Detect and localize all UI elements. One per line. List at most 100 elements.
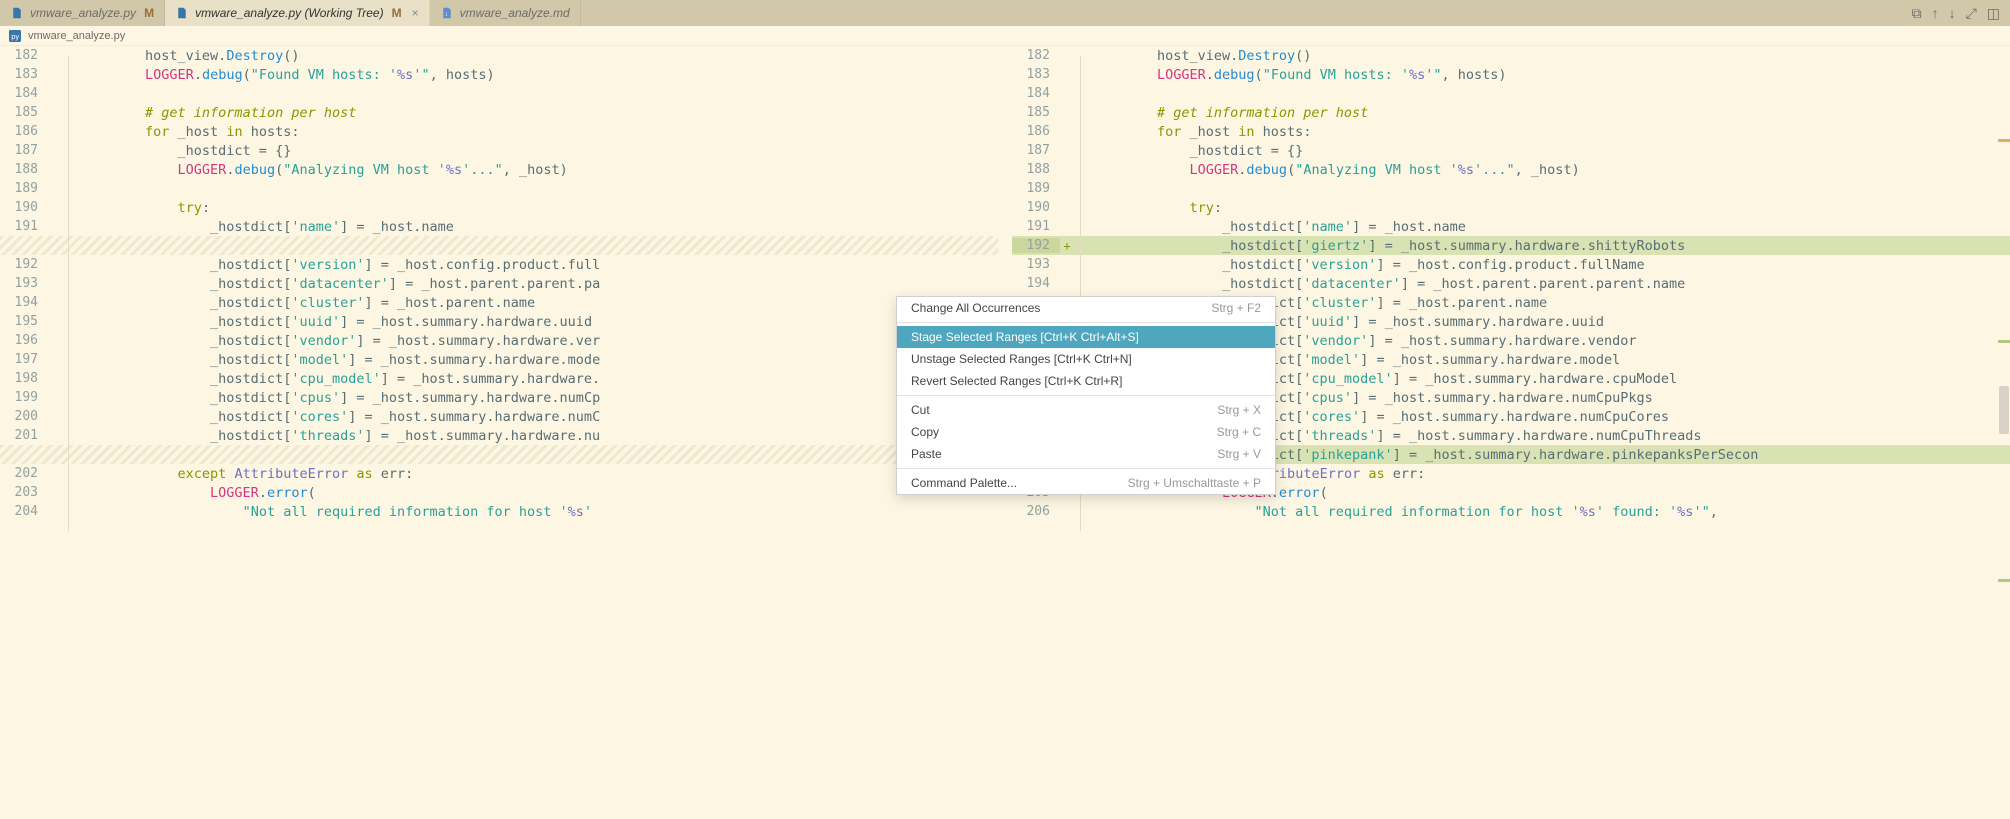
context-menu-item[interactable]: CutStrg + X <box>897 399 1275 421</box>
tabbar-actions: ⧉ ↑ ↓ ⤢ ◫ <box>1912 0 2010 26</box>
menu-separator <box>897 468 1275 469</box>
code-content: LOGGER.debug("Analyzing VM host '%s'..."… <box>76 162 568 178</box>
arrow-down-icon[interactable]: ↓ <box>1949 5 1956 21</box>
code-content: try: <box>1088 200 1222 216</box>
code-line[interactable]: 183 LOGGER.debug("Found VM hosts: '%s'",… <box>0 65 998 84</box>
code-content: _hostdict['datacenter'] = _host.parent.p… <box>1088 276 1685 292</box>
compare-icon[interactable]: ⧉ <box>1912 5 1922 22</box>
line-number: 199 <box>0 390 48 405</box>
context-menu-item[interactable]: Unstage Selected Ranges [Ctrl+K Ctrl+N] <box>897 348 1275 370</box>
code-content: "Not all required information for host '… <box>76 504 592 520</box>
code-line[interactable]: 185 # get information per host <box>0 103 998 122</box>
code-line[interactable]: 197 _hostdict['model'] = _host.summary.h… <box>0 350 998 369</box>
code-line[interactable]: 192+ _hostdict['giertz'] = _host.summary… <box>1012 236 2010 255</box>
code-line[interactable]: 202 except AttributeError as err: <box>0 464 998 483</box>
code-line[interactable]: 186 for _host in hosts: <box>0 122 998 141</box>
code-line[interactable]: 201 _hostdict['threads'] = _host.summary… <box>0 426 998 445</box>
breadcrumb-label: vmware_analyze.py <box>28 30 125 42</box>
code-line[interactable] <box>0 445 998 464</box>
code-line[interactable]: 199 _hostdict['cpus'] = _host.summary.ha… <box>0 388 998 407</box>
code-line[interactable]: 190 try: <box>1012 198 2010 217</box>
line-number: 192 <box>0 257 48 272</box>
context-menu-item[interactable]: Revert Selected Ranges [Ctrl+K Ctrl+R] <box>897 370 1275 392</box>
line-number: 202 <box>0 466 48 481</box>
menu-separator <box>897 322 1275 323</box>
line-number: 191 <box>0 219 48 234</box>
code-content: # get information per host <box>1088 105 1368 121</box>
code-line[interactable]: 194 _hostdict['datacenter'] = _host.pare… <box>1012 274 2010 293</box>
modified-indicator: M <box>392 6 402 20</box>
code-content: _hostdict['version'] = _host.config.prod… <box>1088 257 1645 273</box>
code-content: _hostdict['model'] = _host.summary.hardw… <box>76 352 600 368</box>
context-menu-item[interactable]: Stage Selected Ranges [Ctrl+K Ctrl+Alt+S… <box>897 326 1275 348</box>
line-number: 189 <box>0 181 48 196</box>
context-menu: Change All OccurrencesStrg + F2 Stage Sel… <box>896 296 1276 495</box>
markdown-file-icon: ↓ <box>440 6 454 20</box>
line-number: 192 <box>1012 238 1060 253</box>
line-number: 204 <box>0 504 48 519</box>
code-line[interactable]: 200 _hostdict['cores'] = _host.summary.h… <box>0 407 998 426</box>
code-line[interactable]: 184 <box>0 84 998 103</box>
line-number: 197 <box>0 352 48 367</box>
code-line[interactable]: 188 LOGGER.debug("Analyzing VM host '%s'… <box>1012 160 2010 179</box>
diff-pane-original[interactable]: 182 host_view.Destroy()183 LOGGER.debug(… <box>0 46 998 819</box>
code-content: _hostdict['cores'] = _host.summary.hardw… <box>76 409 600 425</box>
code-line[interactable]: 183 LOGGER.debug("Found VM hosts: '%s'",… <box>1012 65 2010 84</box>
tab-2[interactable]: ↓vmware_analyze.md <box>430 0 581 26</box>
close-icon[interactable]: × <box>412 6 419 20</box>
code-line[interactable]: 188 LOGGER.debug("Analyzing VM host '%s'… <box>0 160 998 179</box>
code-content: host_view.Destroy() <box>1088 48 1311 64</box>
expand-icon[interactable]: ⤢ <box>1966 5 1977 22</box>
tab-1[interactable]: vmware_analyze.py (Working Tree)M× <box>165 0 430 26</box>
code-content: for _host in hosts: <box>1088 124 1312 140</box>
code-line[interactable]: 204 "Not all required information for ho… <box>0 502 998 521</box>
code-line[interactable]: 196 _hostdict['vendor'] = _host.summary.… <box>0 331 998 350</box>
code-line[interactable]: 192 _hostdict['version'] = _host.config.… <box>0 255 998 274</box>
code-line[interactable]: 189 <box>0 179 998 198</box>
code-content: LOGGER.debug("Found VM hosts: '%s'", hos… <box>76 67 495 83</box>
code-content: LOGGER.debug("Analyzing VM host '%s'..."… <box>1088 162 1580 178</box>
code-line[interactable]: 198 _hostdict['cpu_model'] = _host.summa… <box>0 369 998 388</box>
code-line[interactable]: 191 _hostdict['name'] = _host.name <box>0 217 998 236</box>
code-line[interactable]: 194 _hostdict['cluster'] = _host.parent.… <box>0 293 998 312</box>
code-line[interactable]: 191 _hostdict['name'] = _host.name <box>1012 217 2010 236</box>
context-menu-item[interactable]: Change All OccurrencesStrg + F2 <box>897 297 1275 319</box>
code-line[interactable]: 182 host_view.Destroy() <box>0 46 998 65</box>
tab-0[interactable]: vmware_analyze.pyM <box>0 0 165 26</box>
code-line[interactable]: 206 "Not all required information for ho… <box>1012 502 2010 521</box>
menu-item-label: Paste <box>911 447 942 461</box>
code-line[interactable]: 189 <box>1012 179 2010 198</box>
arrow-up-icon[interactable]: ↑ <box>1932 5 1939 21</box>
line-number: 183 <box>1012 67 1060 82</box>
menu-item-label: Unstage Selected Ranges [Ctrl+K Ctrl+N] <box>911 352 1132 366</box>
split-icon[interactable]: ◫ <box>1987 5 2000 22</box>
context-menu-item[interactable]: Command Palette...Strg + Umschalttaste +… <box>897 472 1275 494</box>
context-menu-item[interactable]: CopyStrg + C <box>897 421 1275 443</box>
code-line[interactable]: 182 host_view.Destroy() <box>1012 46 2010 65</box>
line-number: 189 <box>1012 181 1060 196</box>
code-line[interactable] <box>0 236 998 255</box>
line-number: 182 <box>0 48 48 63</box>
line-number: 193 <box>0 276 48 291</box>
code-line[interactable]: 190 try: <box>0 198 998 217</box>
code-line[interactable]: 203 LOGGER.error( <box>0 483 998 502</box>
code-line[interactable]: 187 _hostdict = {} <box>0 141 998 160</box>
code-content: _hostdict['vendor'] = _host.summary.hard… <box>76 333 600 349</box>
menu-item-shortcut: Strg + V <box>1217 447 1261 461</box>
line-number: 188 <box>0 162 48 177</box>
code-line[interactable]: 195 _hostdict['uuid'] = _host.summary.ha… <box>0 312 998 331</box>
line-number: 191 <box>1012 219 1060 234</box>
code-line[interactable]: 184 <box>1012 84 2010 103</box>
code-line[interactable]: 193 _hostdict['datacenter'] = _host.pare… <box>0 274 998 293</box>
code-line[interactable]: 187 _hostdict = {} <box>1012 141 2010 160</box>
code-line[interactable]: 186 for _host in hosts: <box>1012 122 2010 141</box>
menu-item-shortcut: Strg + F2 <box>1211 301 1261 315</box>
context-menu-item[interactable]: Paste Strg + V <box>897 443 1275 465</box>
breadcrumb[interactable]: py vmware_analyze.py <box>0 26 2010 46</box>
code-content: LOGGER.debug("Found VM hosts: '%s'", hos… <box>1088 67 1507 83</box>
scrollbar-thumb[interactable] <box>1999 386 2009 434</box>
code-content: _hostdict['cpus'] = _host.summary.hardwa… <box>76 390 600 406</box>
code-line[interactable]: 185 # get information per host <box>1012 103 2010 122</box>
line-number: 188 <box>1012 162 1060 177</box>
code-line[interactable]: 193 _hostdict['version'] = _host.config.… <box>1012 255 2010 274</box>
